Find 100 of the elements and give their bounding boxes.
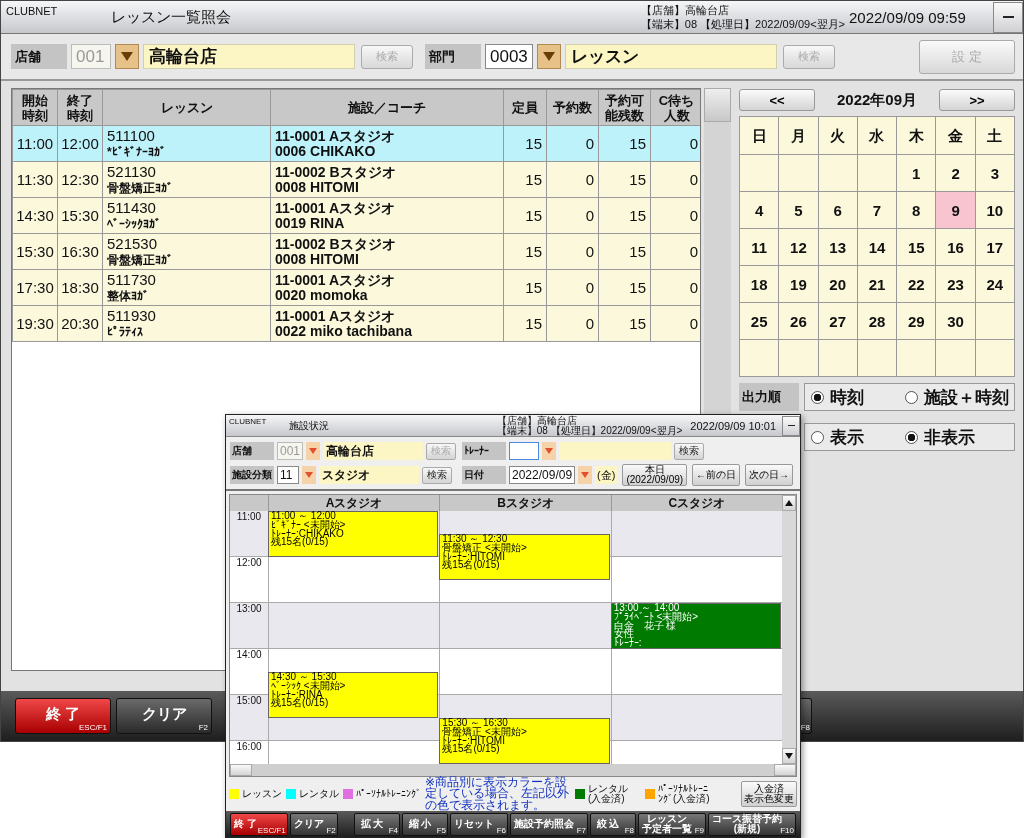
- date-button[interactable]: ←前の日: [692, 464, 741, 486]
- column-header[interactable]: レッスン: [102, 89, 271, 126]
- search-button[interactable]: 検索: [674, 442, 704, 460]
- table-cell: 16:30: [57, 233, 103, 270]
- radio-icon[interactable]: [905, 390, 918, 404]
- calendar-day[interactable]: 6: [818, 191, 858, 229]
- calendar-day[interactable]: 9: [935, 191, 976, 229]
- function-key-button[interactable]: クリア F2: [289, 812, 338, 836]
- table-cell: 12:30: [57, 161, 103, 198]
- schedule-event[interactable]: 14:30 ～ 15:30 ﾍﾞｰｼｯｸ <未開始> ﾄﾚｰﾅｰ:RINA 残15名(0/15): [268, 672, 439, 718]
- calendar-day[interactable]: 11: [739, 228, 779, 266]
- legend-label: レッスン: [242, 789, 282, 799]
- function-key-button[interactable]: レッスン 予定者一覧 F9: [638, 812, 706, 836]
- function-key-button[interactable]: 絞 込 F8: [590, 812, 636, 836]
- search-button[interactable]: 検索: [422, 466, 452, 484]
- dropdown-button[interactable]: [536, 44, 561, 69]
- calendar-day[interactable]: 19: [778, 265, 819, 303]
- code-field[interactable]: 0003: [485, 44, 533, 69]
- column-header[interactable]: 予約数: [546, 89, 599, 126]
- calendar-day[interactable]: 2: [935, 154, 976, 192]
- field-label: 日付: [462, 466, 506, 484]
- name-field[interactable]: [559, 442, 671, 460]
- calendar-day[interactable]: 16: [935, 228, 976, 266]
- radio-button[interactable]: 非表示: [905, 425, 975, 449]
- scroll-button[interactable]: [704, 88, 731, 122]
- function-key-button[interactable]: 施設予約照会 F7: [510, 812, 588, 836]
- minimize-icon: [1002, 16, 1014, 18]
- dropdown-button[interactable]: [115, 44, 139, 69]
- schedule-event[interactable]: 13:00 ～ 14:00 ﾌﾟﾗｲﾍﾞｰﾄ <未開始> 白金 花子 様 女性 ﾄﾚｰﾅｰ:: [610, 603, 781, 649]
- column-header[interactable]: 定員: [503, 89, 547, 126]
- next-month-button[interactable]: >>: [939, 89, 1015, 111]
- calendar-day[interactable]: 18: [739, 265, 779, 303]
- field-label: 店舗: [11, 44, 67, 69]
- date-field[interactable]: 2022/09/09: [509, 466, 576, 484]
- calendar-day[interactable]: 26: [778, 302, 819, 340]
- color-change-button[interactable]: 入金済 表示色変更: [741, 781, 797, 807]
- radio-button[interactable]: 表示: [811, 425, 899, 449]
- function-key-button[interactable]: クリア F2: [116, 698, 212, 734]
- calendar-day[interactable]: 20: [818, 265, 858, 303]
- scroll-down-button[interactable]: [782, 748, 796, 764]
- column-header[interactable]: 施設／コーチ: [270, 89, 504, 126]
- time-label: 15:00: [235, 695, 263, 708]
- scroll-left-button[interactable]: [230, 764, 252, 776]
- function-key-button[interactable]: 終 了 ESC/F1: [15, 698, 111, 734]
- horizontal-scrollbar[interactable]: [230, 764, 796, 776]
- radio-icon[interactable]: [811, 390, 824, 404]
- schedule-event[interactable]: 11:30 ～ 12:30 骨盤矯正 <未開始> ﾄﾚｰﾅｰ:HITOMI 残15名(0/15): [439, 534, 610, 580]
- date-button[interactable]: 次の日→: [745, 464, 794, 486]
- calendar-day[interactable]: 25: [739, 302, 779, 340]
- app-name: CLUBNET: [229, 417, 268, 426]
- calendar-day[interactable]: 15: [896, 228, 936, 266]
- calendar-day[interactable]: 10: [975, 191, 1015, 229]
- calendar-day[interactable]: 24: [975, 265, 1015, 303]
- function-key-button[interactable]: 縮 小 F5: [402, 812, 448, 836]
- column-header[interactable]: 終了時刻: [57, 89, 103, 126]
- calendar-day[interactable]: 14: [857, 228, 897, 266]
- function-key-button[interactable]: リセット F6: [450, 812, 508, 836]
- scrollbar[interactable]: [782, 495, 796, 764]
- schedule-event[interactable]: 15:30 ～ 16:30 骨盤矯正 <未開始> ﾄﾚｰﾅｰ:HITOMI 残15名(0/15): [439, 718, 610, 764]
- table-cell: 0: [546, 269, 599, 306]
- column-header[interactable]: C待ち人数: [650, 89, 700, 126]
- dropdown-button[interactable]: [578, 466, 593, 484]
- function-key-button[interactable]: コース振替予約 (新規) F10: [708, 812, 796, 836]
- calendar-day[interactable]: 23: [935, 265, 976, 303]
- code-field[interactable]: 11: [277, 466, 299, 484]
- date-button[interactable]: 本日 (2022/09/09): [622, 464, 688, 486]
- calendar-day[interactable]: 17: [975, 228, 1015, 266]
- calendar-day[interactable]: 3: [975, 154, 1015, 192]
- caret-icon: [121, 52, 133, 61]
- radio-icon[interactable]: [811, 430, 824, 444]
- table-cell: 11-0001 Aスタジオ 0019 RINA: [270, 197, 504, 234]
- column-header[interactable]: 予約可能残数: [598, 89, 651, 126]
- calendar-day[interactable]: 1: [896, 154, 936, 192]
- calendar-day[interactable]: 8: [896, 191, 936, 229]
- schedule-event[interactable]: 11:00 ～ 12:00 ﾋﾞｷﾞﾅｰ <未開始> ﾄﾚｰﾅｰ:CHIKAKO 残15名(0/15): [268, 511, 439, 557]
- calendar-day[interactable]: 12: [778, 228, 819, 266]
- previous-month-button[interactable]: <<: [739, 89, 815, 111]
- time-label: 12:00: [235, 557, 263, 570]
- function-key-button[interactable]: F8: [801, 698, 812, 734]
- calendar-day[interactable]: 4: [739, 191, 779, 229]
- calendar-day[interactable]: 28: [857, 302, 897, 340]
- calendar-day[interactable]: 7: [857, 191, 897, 229]
- calendar-day[interactable]: 22: [896, 265, 936, 303]
- minimize-button[interactable]: [993, 1, 1023, 33]
- radio-button[interactable]: 時刻: [811, 385, 899, 409]
- radio-icon[interactable]: [905, 430, 918, 444]
- calendar-day[interactable]: 30: [935, 302, 976, 340]
- code-field[interactable]: [509, 442, 539, 460]
- calendar-day[interactable]: 27: [818, 302, 858, 340]
- calendar-day[interactable]: 5: [778, 191, 819, 229]
- field-label: 施設分類: [230, 466, 274, 484]
- radio-button[interactable]: 施設＋時刻: [905, 385, 1009, 409]
- calendar-day[interactable]: 29: [896, 302, 936, 340]
- minimize-icon: [787, 425, 795, 426]
- dropdown-button[interactable]: [306, 442, 321, 460]
- calendar-day[interactable]: 13: [818, 228, 858, 266]
- scroll-up-button[interactable]: [782, 495, 796, 511]
- calendar-day[interactable]: 21: [857, 265, 897, 303]
- column-header[interactable]: 開始時刻: [12, 89, 58, 126]
- function-key-button[interactable]: 拡 大 F4: [354, 812, 400, 836]
